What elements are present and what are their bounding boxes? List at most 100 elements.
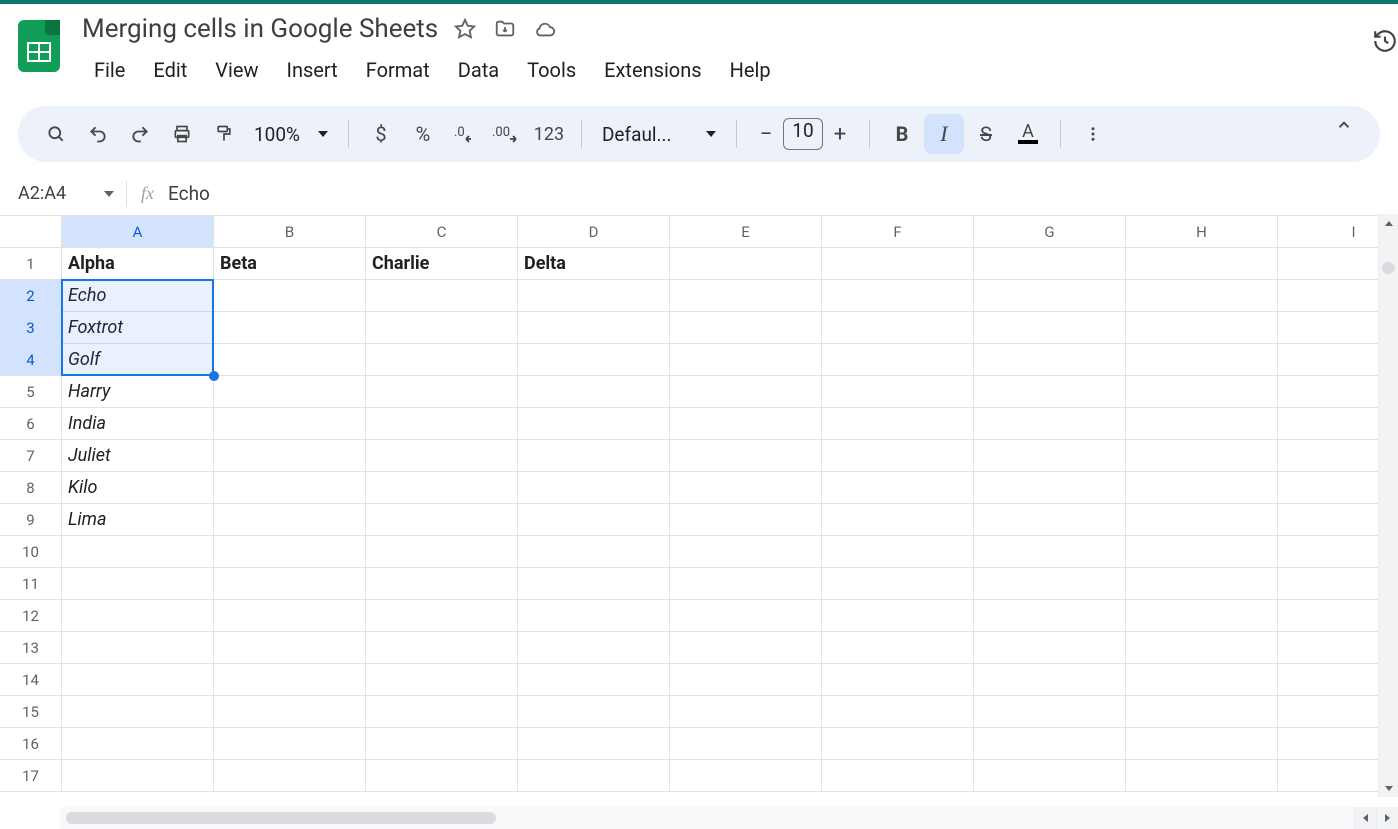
cell-F3[interactable] [822, 312, 974, 344]
strikethrough-button[interactable]: S [966, 114, 1006, 154]
cell-D1[interactable]: Delta [518, 248, 670, 280]
print-button[interactable] [162, 114, 202, 154]
cell-A7[interactable]: Juliet [62, 440, 214, 472]
bold-button[interactable]: B [882, 114, 922, 154]
cell-D8[interactable] [518, 472, 670, 504]
cell-D5[interactable] [518, 376, 670, 408]
menu-edit[interactable]: Edit [141, 52, 199, 88]
cell-B3[interactable] [214, 312, 366, 344]
cell-G7[interactable] [974, 440, 1126, 472]
menu-file[interactable]: File [82, 52, 137, 88]
cell-F5[interactable] [822, 376, 974, 408]
sheets-logo[interactable] [18, 20, 66, 68]
cell-E17[interactable] [670, 760, 822, 792]
menu-extensions[interactable]: Extensions [592, 52, 713, 88]
horizontal-scroll-thumb[interactable] [66, 812, 496, 824]
scroll-up-button[interactable] [1379, 214, 1398, 232]
increase-decimal-button[interactable]: .00 [487, 114, 527, 154]
column-header-C[interactable]: C [366, 216, 518, 248]
cell-A13[interactable] [62, 632, 214, 664]
vertical-scrollbar[interactable] [1378, 214, 1398, 797]
cell-B16[interactable] [214, 728, 366, 760]
cell-F14[interactable] [822, 664, 974, 696]
cell-F15[interactable] [822, 696, 974, 728]
version-history-icon[interactable] [1372, 28, 1398, 58]
collapse-toolbar-button[interactable] [1324, 105, 1364, 145]
cell-C9[interactable] [366, 504, 518, 536]
more-formats-button[interactable]: 123 [529, 114, 569, 154]
increase-font-size-button[interactable]: + [823, 117, 857, 151]
cell-C7[interactable] [366, 440, 518, 472]
cell-E9[interactable] [670, 504, 822, 536]
cell-A15[interactable] [62, 696, 214, 728]
cell-A17[interactable] [62, 760, 214, 792]
cell-G4[interactable] [974, 344, 1126, 376]
scroll-left-button[interactable] [1354, 807, 1376, 829]
cell-G3[interactable] [974, 312, 1126, 344]
move-to-folder-icon[interactable] [494, 18, 516, 40]
column-header-B[interactable]: B [214, 216, 366, 248]
cell-G16[interactable] [974, 728, 1126, 760]
cell-D17[interactable] [518, 760, 670, 792]
menu-data[interactable]: Data [446, 52, 511, 88]
cell-F2[interactable] [822, 280, 974, 312]
cell-A4[interactable]: Golf [62, 344, 214, 376]
cell-H17[interactable] [1126, 760, 1278, 792]
cell-E13[interactable] [670, 632, 822, 664]
cell-E2[interactable] [670, 280, 822, 312]
cell-D10[interactable] [518, 536, 670, 568]
cell-E16[interactable] [670, 728, 822, 760]
menu-view[interactable]: View [203, 52, 270, 88]
row-header-7[interactable]: 7 [0, 440, 62, 472]
horizontal-scrollbar[interactable] [60, 807, 1354, 829]
cell-F6[interactable] [822, 408, 974, 440]
menu-tools[interactable]: Tools [515, 52, 588, 88]
cell-G8[interactable] [974, 472, 1126, 504]
cell-H3[interactable] [1126, 312, 1278, 344]
menu-format[interactable]: Format [354, 52, 442, 88]
cell-B8[interactable] [214, 472, 366, 504]
column-header-G[interactable]: G [974, 216, 1126, 248]
cell-A11[interactable] [62, 568, 214, 600]
row-header-9[interactable]: 9 [0, 504, 62, 536]
cell-B6[interactable] [214, 408, 366, 440]
row-header-12[interactable]: 12 [0, 600, 62, 632]
row-header-17[interactable]: 17 [0, 760, 62, 792]
cell-C13[interactable] [366, 632, 518, 664]
cell-E11[interactable] [670, 568, 822, 600]
formula-bar[interactable]: Echo [168, 182, 210, 205]
cell-B17[interactable] [214, 760, 366, 792]
cell-D6[interactable] [518, 408, 670, 440]
cell-H12[interactable] [1126, 600, 1278, 632]
column-header-A[interactable]: A [62, 216, 214, 248]
cell-E8[interactable] [670, 472, 822, 504]
cell-D14[interactable] [518, 664, 670, 696]
cell-H4[interactable] [1126, 344, 1278, 376]
cell-B11[interactable] [214, 568, 366, 600]
cell-A8[interactable]: Kilo [62, 472, 214, 504]
document-title[interactable]: Merging cells in Google Sheets [82, 14, 438, 44]
row-header-5[interactable]: 5 [0, 376, 62, 408]
format-percent-button[interactable]: % [403, 114, 443, 154]
cell-F12[interactable] [822, 600, 974, 632]
cell-D2[interactable] [518, 280, 670, 312]
cell-H8[interactable] [1126, 472, 1278, 504]
cell-C11[interactable] [366, 568, 518, 600]
column-header-F[interactable]: F [822, 216, 974, 248]
cell-C14[interactable] [366, 664, 518, 696]
text-color-button[interactable]: A [1008, 114, 1048, 154]
cell-D16[interactable] [518, 728, 670, 760]
vertical-scroll-thumb[interactable] [1382, 262, 1395, 274]
cell-D11[interactable] [518, 568, 670, 600]
cell-D3[interactable] [518, 312, 670, 344]
cell-C5[interactable] [366, 376, 518, 408]
row-header-16[interactable]: 16 [0, 728, 62, 760]
cell-E3[interactable] [670, 312, 822, 344]
cell-G12[interactable] [974, 600, 1126, 632]
cell-F16[interactable] [822, 728, 974, 760]
column-header-E[interactable]: E [670, 216, 822, 248]
font-size-input[interactable]: 10 [783, 118, 823, 150]
cell-B2[interactable] [214, 280, 366, 312]
cell-H1[interactable] [1126, 248, 1278, 280]
row-header-13[interactable]: 13 [0, 632, 62, 664]
